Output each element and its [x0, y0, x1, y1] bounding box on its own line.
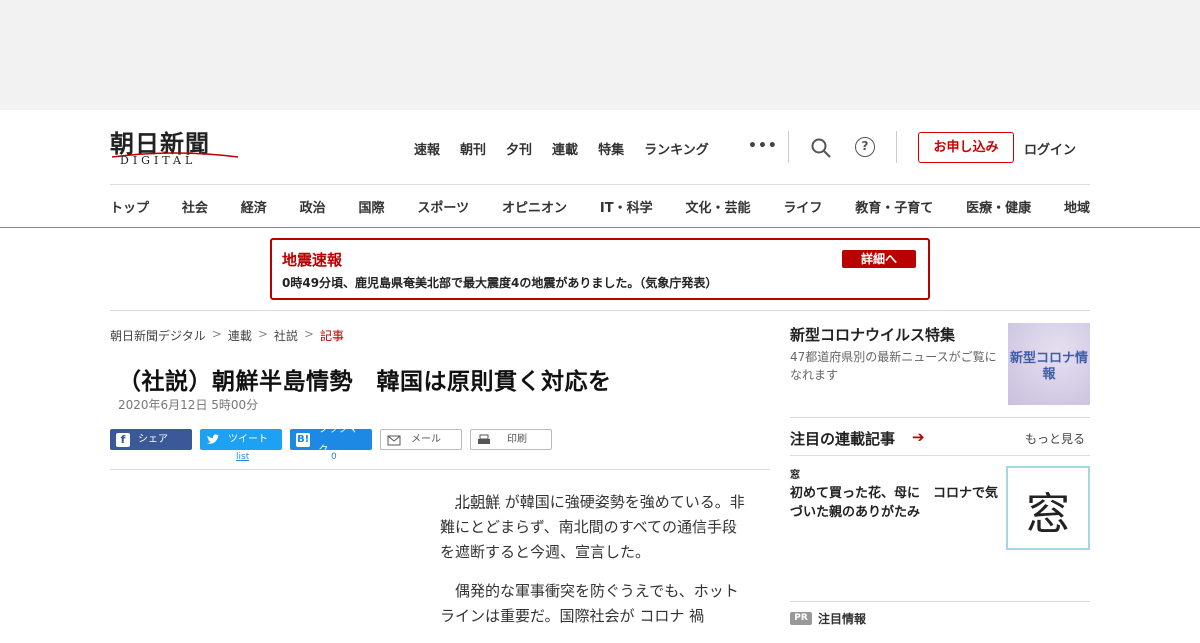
cat-education[interactable]: 教育・子育て	[855, 197, 933, 216]
paragraph: 北朝鮮 が韓国に強硬姿勢を強めている。非難にとどまらず、南北間のすべての通信手段…	[440, 490, 748, 565]
cat-life[interactable]: ライフ	[783, 197, 822, 216]
top-ad-banner	[0, 0, 1200, 110]
divider	[896, 131, 897, 163]
facebook-share-label: シェア	[138, 434, 168, 445]
login-link[interactable]: ログイン	[1024, 139, 1076, 158]
corona-feature-desc: 47都道府県別の最新ニュースがご覧になれます	[790, 350, 997, 382]
mail-label: メール	[411, 434, 441, 445]
crumb-separator-icon: >	[257, 327, 268, 341]
article-body: 北朝鮮 が韓国に強硬姿勢を強めている。非難にとどまらず、南北間のすべての通信手段…	[440, 490, 748, 643]
twitter-share-label: ツイート	[228, 434, 268, 445]
nav-tokushu[interactable]: 特集	[598, 139, 624, 158]
hatena-bookmark-button[interactable]: B! ブックマーク	[290, 424, 372, 456]
divider	[110, 184, 1090, 185]
cat-sports[interactable]: スポーツ	[417, 197, 469, 216]
nav-yuukan[interactable]: 夕刊	[506, 139, 532, 158]
corona-feature-image[interactable]: 新型コロナ情報	[1008, 323, 1090, 405]
facebook-share-button[interactable]: f シェア	[110, 429, 192, 450]
top-nav: 速報 朝刊 夕刊 連載 特集 ランキング	[414, 139, 729, 158]
nav-ranking[interactable]: ランキング	[644, 139, 709, 158]
serial-section-heading: 注目の連載記事	[790, 430, 896, 448]
nav-rensai[interactable]: 連載	[552, 139, 578, 158]
crumb-home[interactable]: 朝日新聞デジタル	[110, 327, 206, 344]
crumb-separator-icon: >	[303, 327, 314, 341]
divider	[790, 417, 1090, 418]
divider	[788, 131, 789, 163]
category-nav: トップ 社会 経済 政治 国際 スポーツ オピニオン IT・科学 文化・芸能 ラ…	[110, 197, 1090, 216]
cat-region[interactable]: 地域	[1064, 197, 1090, 216]
mado-char: 窓	[1026, 489, 1070, 540]
cat-society[interactable]: 社会	[182, 197, 208, 216]
cat-it-science[interactable]: IT・科学	[600, 197, 653, 216]
crumb-separator-icon: >	[211, 327, 222, 341]
twitter-share-button[interactable]: ツイート	[200, 429, 282, 450]
corona-image-text: 新型コロナ情報	[1009, 351, 1088, 382]
pr-badge: PR	[790, 612, 812, 625]
alert-title: 地震速報	[282, 251, 343, 269]
crumb-shasetsu[interactable]: 社説	[274, 327, 298, 344]
alert-text: 0時49分頃、鹿児島県奄美北部で最大震度4の地震がありました。（気象庁発表）	[282, 276, 718, 290]
keyword-link[interactable]: 北朝鮮	[455, 493, 500, 511]
print-button[interactable]: 印刷	[470, 429, 552, 450]
article-headline: （社説）朝鮮半島情勢 韓国は原則貫く対応を	[118, 369, 612, 395]
asahi-logo[interactable]: 朝日新聞 DIGITAL	[110, 124, 240, 170]
serial-tag: 窓	[790, 470, 800, 481]
serial-article-link[interactable]: 初めて買った花、母に コロナで気づいた親のありがたみ	[790, 484, 1002, 522]
cat-culture[interactable]: 文化・芸能	[685, 197, 750, 216]
logo-digital: DIGITAL	[120, 154, 197, 167]
more-menu-icon[interactable]: •••	[748, 138, 778, 154]
earthquake-alert: 地震速報 詳細へ 0時49分頃、鹿児島県奄美北部で最大震度4の地震がありました。…	[270, 238, 930, 300]
help-icon[interactable]: ?	[855, 137, 875, 157]
print-icon	[478, 434, 490, 444]
cat-politics[interactable]: 政治	[300, 197, 326, 216]
crumb-current: 記事	[319, 329, 344, 343]
divider	[790, 601, 1090, 602]
article-date: 2020年6月12日 5時00分	[118, 398, 259, 412]
twitter-bird-icon	[207, 433, 220, 444]
cat-international[interactable]: 国際	[359, 197, 385, 216]
pr-heading: 注目情報	[818, 612, 867, 626]
cat-opinion[interactable]: オピニオン	[502, 197, 567, 216]
hatena-b-icon: B!	[296, 432, 311, 447]
arrow-right-icon: ➔	[912, 428, 925, 446]
divider	[110, 310, 1090, 311]
mail-button[interactable]: メール	[380, 429, 462, 450]
nav-choukan[interactable]: 朝刊	[460, 139, 486, 158]
twitter-count[interactable]: list	[236, 452, 249, 462]
search-icon[interactable]	[810, 137, 832, 159]
mado-thumbnail[interactable]: 窓	[1006, 466, 1090, 550]
cat-economy[interactable]: 経済	[241, 197, 267, 216]
alert-detail-button[interactable]: 詳細へ	[842, 250, 916, 268]
divider	[110, 469, 770, 470]
breadcrumb: 朝日新聞デジタル > 連載 > 社説 > 記事	[110, 327, 344, 344]
divider	[790, 455, 1090, 456]
print-label: 印刷	[507, 434, 527, 445]
cat-health[interactable]: 医療・健康	[966, 197, 1031, 216]
more-link[interactable]: もっと見る	[1025, 430, 1085, 447]
apply-button[interactable]: お申し込み	[918, 132, 1014, 163]
mail-icon	[387, 435, 401, 445]
cat-top[interactable]: トップ	[110, 197, 149, 216]
crumb-rensai[interactable]: 連載	[228, 327, 252, 344]
hatena-count[interactable]: 0	[331, 452, 337, 462]
hatena-label: ブックマーク	[318, 423, 369, 456]
nav-sokuho[interactable]: 速報	[414, 139, 440, 158]
facebook-icon: f	[116, 432, 130, 447]
corona-feature-title[interactable]: 新型コロナウイルス特集	[790, 324, 955, 345]
paragraph: 偶発的な軍事衝突を防ぐうえでも、ホットラインは重要だ。国際社会が コロナ 禍	[440, 582, 739, 625]
